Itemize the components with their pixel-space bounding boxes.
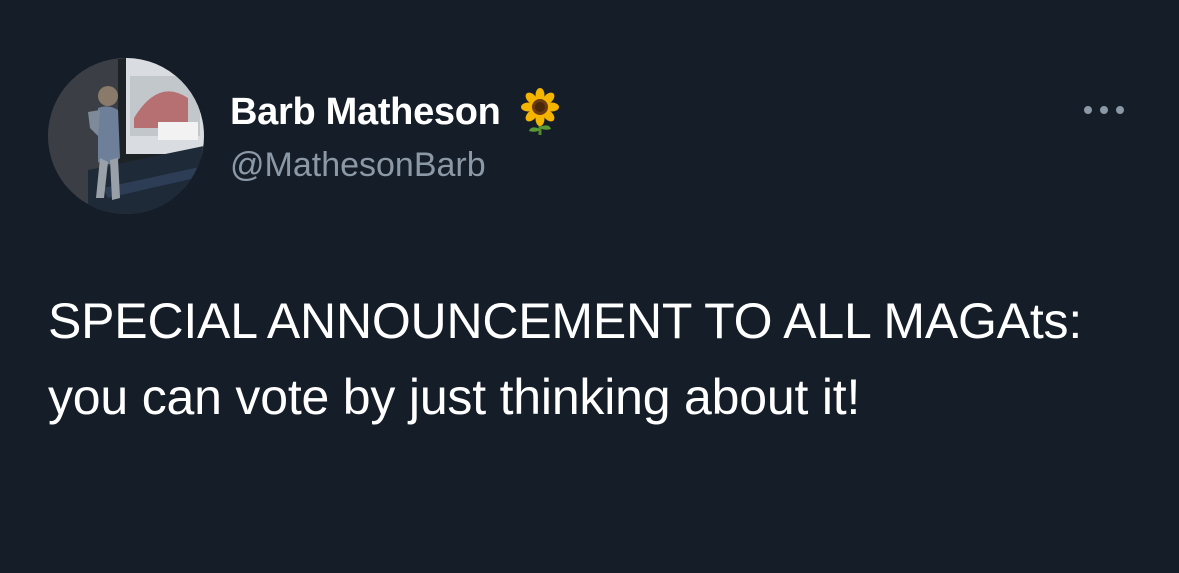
tweet-header: Barb Matheson @MathesonBarb xyxy=(230,86,565,185)
avatar-photo xyxy=(48,58,204,214)
avatar[interactable] xyxy=(48,58,204,214)
user-handle[interactable]: @MathesonBarb xyxy=(230,146,565,185)
tweet-text: SPECIAL ANNOUNCEMENT TO ALL MAGAts: you … xyxy=(48,293,1083,425)
more-horizontal-icon[interactable] xyxy=(1082,100,1126,120)
tweet-card: Barb Matheson @MathesonBarb SPECIAL ANNO… xyxy=(0,0,1179,573)
display-name[interactable]: Barb Matheson xyxy=(230,91,501,134)
name-row: Barb Matheson xyxy=(230,86,565,138)
sunflower-emoji xyxy=(515,87,565,137)
